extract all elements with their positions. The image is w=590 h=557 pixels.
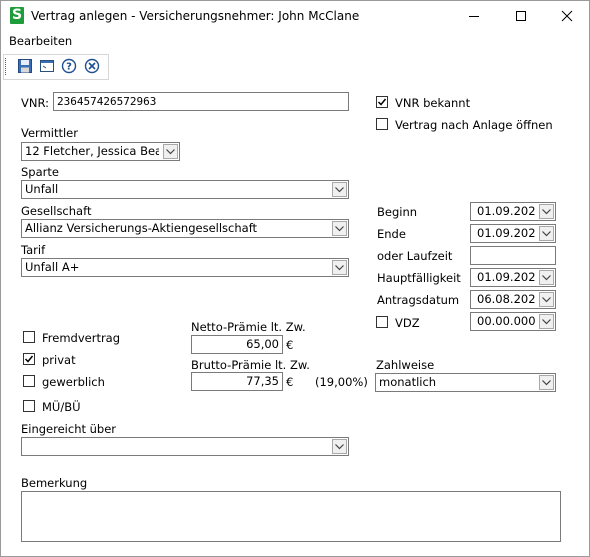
chevron-down-icon <box>539 226 554 241</box>
beginn-date-picker[interactable]: 01.09.2021 <box>470 202 556 221</box>
cancel-button[interactable] <box>82 57 101 75</box>
help-button[interactable]: ? <box>59 57 78 75</box>
laufzeit-input[interactable] <box>470 246 556 265</box>
chevron-down-icon <box>539 204 554 219</box>
eingereicht-label: Eingereicht über <box>21 422 117 436</box>
vnr-known-label: VNR bekannt <box>395 96 471 110</box>
bemerkung-textarea[interactable] <box>21 491 561 542</box>
chevron-down-icon <box>332 439 347 454</box>
open-after-checkbox[interactable] <box>376 118 388 130</box>
close-icon <box>561 10 572 22</box>
gesellschaft-value: Allianz Versicherungs-Aktiengesellschaft <box>25 221 258 235</box>
privat-label: privat <box>42 353 76 367</box>
zahlweise-label: Zahlweise <box>376 358 435 372</box>
sparte-select[interactable]: Unfall <box>21 180 349 199</box>
vdz-checkbox[interactable] <box>376 316 388 328</box>
vnr-input[interactable]: 236457426572963 <box>53 92 349 111</box>
chevron-down-icon <box>332 182 347 197</box>
vdz-label: VDZ <box>395 316 420 330</box>
gewerblich-label: gewerblich <box>42 375 105 389</box>
vdz-value: 00.00.0000 <box>477 314 535 328</box>
netto-label: Netto-Prämie lt. Zw. <box>191 320 306 334</box>
fremdvertrag-label: Fremdvertrag <box>42 331 121 345</box>
save-icon <box>17 59 32 73</box>
chevron-down-icon <box>163 144 178 159</box>
vnr-known-checkbox[interactable] <box>376 96 388 108</box>
netto-input[interactable]: 65,00 <box>191 335 283 354</box>
chevron-down-icon <box>539 270 554 285</box>
tarif-select[interactable]: Unfall A+ <box>21 258 349 277</box>
tax-rate: (19,00%) <box>315 375 368 389</box>
tarif-label: Tarif <box>21 243 46 257</box>
vnr-label: VNR: <box>21 96 49 110</box>
eingereicht-select[interactable] <box>21 437 349 456</box>
sparte-value: Unfall <box>25 182 59 196</box>
ende-label: Ende <box>377 227 406 241</box>
zahlweise-select[interactable]: monatlich <box>375 373 556 392</box>
app-logo-icon: S <box>10 7 24 24</box>
open-after-label: Vertrag nach Anlage öffnen <box>395 118 553 132</box>
toolbar-grip[interactable] <box>5 58 8 75</box>
close-button[interactable] <box>544 1 589 31</box>
gesellschaft-select[interactable]: Allianz Versicherungs-Aktiengesellschaft <box>21 219 349 238</box>
maximize-button[interactable] <box>498 1 543 31</box>
brutto-input[interactable]: 77,35 <box>191 372 283 391</box>
chevron-down-icon <box>539 375 554 390</box>
window-icon <box>39 60 54 72</box>
help-icon: ? <box>61 58 76 74</box>
vdz-date-picker[interactable]: 00.00.0000 <box>470 312 556 331</box>
gesellschaft-label: Gesellschaft <box>21 204 92 218</box>
menu-bar <box>1 31 589 51</box>
close-circle-icon <box>84 58 99 74</box>
brutto-currency: € <box>286 375 294 389</box>
beginn-label: Beginn <box>377 205 418 219</box>
window-title: Vertrag anlegen - Versicherungsnehmer: J… <box>31 9 360 23</box>
checkmark-icon <box>377 98 387 106</box>
chevron-down-icon <box>332 260 347 275</box>
antragsdatum-date-picker[interactable]: 06.08.2021 <box>470 290 556 309</box>
window-button[interactable] <box>37 57 56 75</box>
zahlweise-value: monatlich <box>379 375 437 389</box>
minimize-icon <box>468 16 479 17</box>
vermittler-value: 12 Fletcher, Jessica Beatrice <box>25 144 159 158</box>
vermittler-label: Vermittler <box>21 126 78 140</box>
hauptfaelligkeit-label: Hauptfälligkeit <box>377 271 461 285</box>
mubu-label: MÜ/BÜ <box>42 400 81 414</box>
antragsdatum-label: Antragsdatum <box>377 293 460 307</box>
svg-text:?: ? <box>66 62 72 73</box>
bemerkung-label: Bemerkung <box>21 476 88 490</box>
brutto-label: Brutto-Prämie lt. Zw. <box>191 358 310 372</box>
hauptfaelligkeit-value: 01.09.2021 <box>477 270 535 284</box>
antragsdatum-value: 06.08.2021 <box>477 292 535 306</box>
sparte-label: Sparte <box>21 165 59 179</box>
tarif-value: Unfall A+ <box>25 260 80 274</box>
ende-value: 01.09.2022 <box>477 226 535 240</box>
mubu-checkbox[interactable] <box>23 400 35 412</box>
beginn-value: 01.09.2021 <box>477 204 535 218</box>
privat-checkbox[interactable] <box>23 353 35 365</box>
checkmark-icon <box>24 355 34 363</box>
vermittler-select[interactable]: 12 Fletcher, Jessica Beatrice <box>21 142 180 161</box>
dialog-window: S Vertrag anlegen - Versicherungsnehmer:… <box>0 0 590 557</box>
minimize-button[interactable] <box>451 1 496 31</box>
menu-bearbeiten[interactable]: Bearbeiten <box>9 34 72 48</box>
gewerblich-checkbox[interactable] <box>23 375 35 387</box>
fremdvertrag-checkbox[interactable] <box>23 331 35 343</box>
chevron-down-icon <box>332 221 347 236</box>
netto-currency: € <box>286 338 294 352</box>
chevron-down-icon <box>539 314 554 329</box>
hauptfaelligkeit-date-picker[interactable]: 01.09.2021 <box>470 268 556 287</box>
laufzeit-label: oder Laufzeit <box>377 249 453 263</box>
save-button[interactable] <box>15 57 34 75</box>
ende-date-picker[interactable]: 01.09.2022 <box>470 224 556 243</box>
maximize-icon <box>515 11 526 21</box>
chevron-down-icon <box>539 292 554 307</box>
